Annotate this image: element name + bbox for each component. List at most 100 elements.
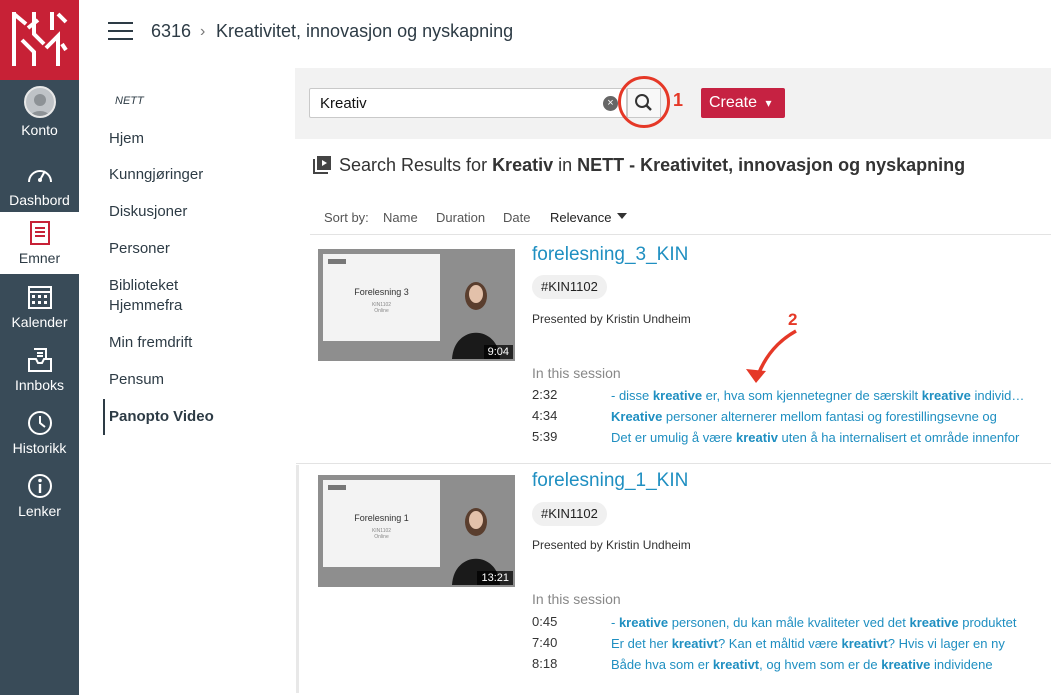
create-button[interactable]: Create ▾ bbox=[701, 88, 785, 118]
slide-title: Forelesning 3 bbox=[354, 287, 409, 297]
session-thumbnail[interactable]: Forelesning 3 KIN1102 Online 9:04 bbox=[318, 249, 515, 361]
nav-item-emner[interactable]: Emner bbox=[0, 212, 79, 274]
result-row: Forelesning 3 KIN1102 Online 9:04 foreles… bbox=[296, 235, 1051, 464]
slide-logo-icon bbox=[328, 485, 346, 490]
hit-time[interactable]: 7:40 bbox=[532, 635, 557, 650]
hit-fragment: ? Hvis vi lager en ny bbox=[887, 636, 1005, 651]
results-title-prefix: Search Results for bbox=[339, 155, 493, 175]
video-playlist-icon bbox=[313, 156, 331, 174]
courses-book-icon bbox=[29, 221, 50, 245]
session-tag[interactable]: #KIN1102 bbox=[532, 502, 607, 526]
result-row: Forelesning 1 KIN1102 Online 13:21 forele… bbox=[296, 465, 1051, 693]
nav-label-emner: Emner bbox=[18, 250, 61, 266]
institution-logo[interactable] bbox=[0, 0, 79, 80]
video-duration: 9:04 bbox=[483, 345, 513, 359]
nav-item-lenker[interactable]: Lenker bbox=[0, 471, 79, 521]
hit-time[interactable]: 8:18 bbox=[532, 656, 557, 671]
session-title-link[interactable]: forelesning_3_KIN bbox=[532, 244, 688, 266]
hit-time[interactable]: 0:45 bbox=[532, 614, 557, 629]
sort-by-label: Sort by: bbox=[324, 210, 369, 225]
slide-subtitle: KIN1102 Online bbox=[323, 302, 440, 314]
slide-preview: Forelesning 1 KIN1102 Online bbox=[323, 480, 440, 567]
hit-keyword: kreativ bbox=[736, 430, 778, 445]
hit-text[interactable]: - kreative personen, du kan måle kvalite… bbox=[611, 615, 1031, 630]
breadcrumb-course-code[interactable]: 6316 bbox=[151, 21, 191, 42]
course-nav-personer[interactable]: Personer bbox=[109, 239, 170, 259]
annotation-arrow-icon bbox=[746, 329, 797, 383]
hit-text[interactable]: Både hva som er kreativt, og hvem som er… bbox=[611, 657, 1031, 672]
presented-by: Presented by Kristin Undheim bbox=[532, 538, 691, 552]
in-this-session-label: In this session bbox=[532, 365, 621, 381]
hit-keyword: kreative bbox=[652, 388, 703, 403]
course-nav-hjem[interactable]: Hjem bbox=[109, 129, 144, 149]
slide-mode: Online bbox=[374, 308, 389, 314]
course-header: 6316 › Kreativitet, innovasjon og nyskap… bbox=[79, 0, 1051, 66]
video-duration: 13:21 bbox=[477, 571, 513, 585]
hit-fragment: produktet bbox=[958, 615, 1017, 630]
hit-text[interactable]: Det er umulig å være kreativ uten å ha i… bbox=[611, 430, 1031, 445]
hit-time[interactable]: 5:39 bbox=[532, 429, 557, 444]
hit-time[interactable]: 2:32 bbox=[532, 387, 557, 402]
nav-label-kalender: Kalender bbox=[11, 314, 68, 330]
hamburger-menu-icon[interactable] bbox=[108, 22, 133, 42]
nav-item-dashbord[interactable]: Dashbord bbox=[0, 160, 79, 210]
annotation-circle bbox=[618, 76, 670, 128]
nav-item-innboks[interactable]: Innboks bbox=[0, 345, 79, 395]
slide-title: Forelesning 1 bbox=[354, 513, 409, 523]
course-nav-kunngjoringer[interactable]: Kunngjøringer bbox=[109, 165, 203, 185]
global-nav: Konto Dashbord Emner Kalender Innboks Hi… bbox=[0, 0, 79, 695]
breadcrumb-course-name: Kreativitet, innovasjon og nyskapning bbox=[216, 21, 514, 41]
nav-label-konto: Konto bbox=[21, 122, 58, 138]
info-circle-icon bbox=[27, 474, 52, 498]
hit-fragment: - disse bbox=[611, 388, 653, 403]
nav-item-konto[interactable]: Konto bbox=[0, 86, 79, 148]
nav-label-lenker: Lenker bbox=[18, 503, 61, 519]
slide-subtitle: KIN1102 Online bbox=[323, 528, 440, 540]
hit-keyword: kreativt bbox=[671, 636, 718, 651]
course-nav-panopto-video[interactable]: Panopto Video bbox=[109, 407, 214, 427]
search-results-title: Search Results for Kreativ in NETT - Kre… bbox=[339, 155, 965, 176]
hit-fragment: Er det her bbox=[611, 636, 672, 651]
session-thumbnail[interactable]: Forelesning 1 KIN1102 Online 13:21 bbox=[318, 475, 515, 587]
hit-text[interactable]: - disse kreative er, hva som kjennetegne… bbox=[611, 388, 1031, 403]
slide-logo-icon bbox=[328, 259, 346, 264]
course-nav-diskusjoner[interactable]: Diskusjoner bbox=[109, 202, 187, 222]
dashboard-gauge-icon bbox=[27, 170, 52, 183]
annotation-number-1: 1 bbox=[673, 90, 684, 110]
sort-date[interactable]: Date bbox=[503, 210, 530, 225]
course-nav-biblioteket[interactable]: Biblioteket Hjemmefra bbox=[109, 276, 229, 316]
history-clock-icon bbox=[27, 411, 52, 435]
account-avatar-icon bbox=[23, 86, 56, 118]
sort-desc-icon bbox=[617, 213, 627, 219]
sort-relevance[interactable]: Relevance bbox=[550, 210, 611, 225]
course-nav-min-fremdrift[interactable]: Min fremdrift bbox=[109, 333, 192, 353]
session-tag[interactable]: #KIN1102 bbox=[532, 275, 607, 299]
results-title-query: Kreativ bbox=[492, 155, 554, 175]
in-this-session-label: In this session bbox=[532, 591, 621, 607]
hit-text[interactable]: Kreative personer alternerer mellom fant… bbox=[611, 409, 1031, 424]
canvas-app: Konto Dashbord Emner Kalender Innboks Hi… bbox=[0, 0, 1051, 695]
course-nav-section-label: NETT bbox=[115, 95, 144, 107]
hit-fragment: Det er umulig å være bbox=[611, 430, 736, 445]
hit-fragment: Både hva som er bbox=[611, 657, 713, 672]
slide-preview: Forelesning 3 KIN1102 Online bbox=[323, 254, 440, 341]
nav-label-dashbord: Dashbord bbox=[9, 192, 70, 208]
hit-fragment: , og hvem som er de bbox=[759, 657, 882, 672]
course-nav-pensum[interactable]: Pensum bbox=[109, 370, 164, 390]
slide-mode: Online bbox=[374, 534, 389, 540]
hit-fragment: er, hva som kjennetegner de særskilt bbox=[702, 388, 922, 403]
hit-fragment: individene bbox=[970, 388, 1032, 403]
hit-fragment: uten å ha internalisert et område innenf… bbox=[777, 430, 1020, 445]
nav-item-kalender[interactable]: Kalender bbox=[0, 282, 79, 332]
chevron-down-icon: ▾ bbox=[765, 96, 772, 110]
session-title-link[interactable]: forelesning_1_KIN bbox=[532, 470, 688, 492]
search-input[interactable] bbox=[320, 93, 590, 113]
hit-fragment: personen, du kan måle kvaliteter ved det bbox=[668, 615, 910, 630]
sort-duration[interactable]: Duration bbox=[436, 210, 485, 225]
hit-fragment: - bbox=[611, 615, 619, 630]
hit-time[interactable]: 4:34 bbox=[532, 408, 557, 423]
clear-search-icon[interactable]: × bbox=[603, 96, 618, 111]
sort-name[interactable]: Name bbox=[383, 210, 418, 225]
nav-item-historikk[interactable]: Historikk bbox=[0, 408, 79, 458]
hit-text[interactable]: Er det her kreativt? Kan et måltid være … bbox=[611, 636, 1031, 651]
